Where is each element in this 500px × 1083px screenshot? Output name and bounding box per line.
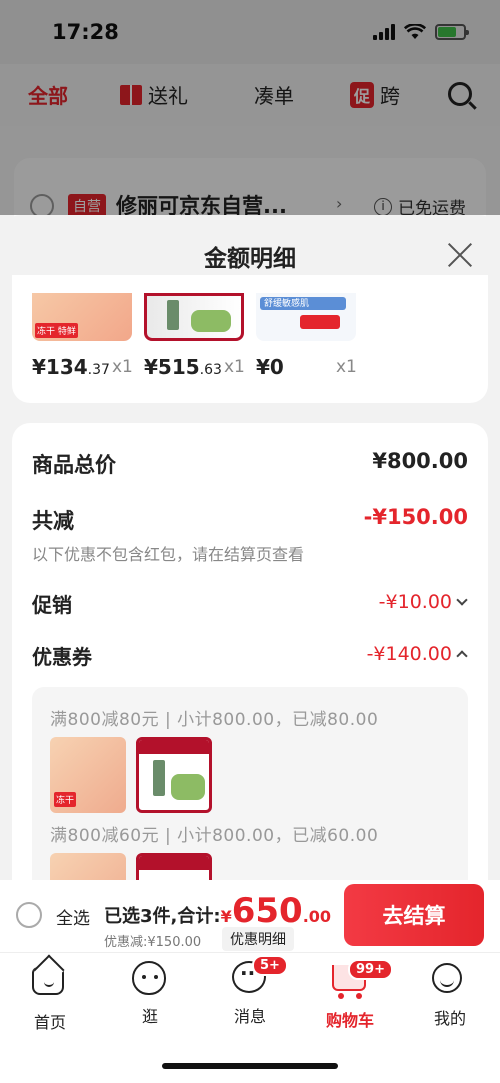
total-dec: .00 [302, 907, 332, 926]
discount-note: 以下优惠不包含红包，请在结算页查看 [32, 545, 305, 564]
price-int: ¥515 [144, 355, 200, 379]
product-qty: x1 [336, 357, 357, 377]
discount-text: 优惠减:¥150.00 [104, 935, 202, 950]
reduce-label: 共减 [32, 509, 74, 533]
coupon-rule: 满800减80元 | 小计800.00，已减80.00 [50, 710, 379, 730]
selected-text: 已选3件,合计: [104, 906, 221, 927]
coupon-product-image: 冻干 [50, 737, 126, 813]
tab-browse-label: 逛 [141, 1007, 158, 1026]
tab-cart-label: 购物车 [325, 1011, 374, 1030]
product-qty: x1 [112, 357, 133, 377]
coupon-product-image [136, 737, 212, 813]
tab-cart[interactable]: 99+ 购物车 [315, 959, 393, 1031]
total-value: ¥800.00 [372, 449, 468, 473]
tab-home-label: 首页 [33, 1013, 66, 1032]
message-badge: 5+ [252, 955, 288, 976]
price-int: ¥134 [32, 355, 88, 379]
tab-browse[interactable]: 逛 [115, 961, 185, 1027]
promo-label: 促销 [32, 593, 72, 617]
coupon-product-image [136, 853, 212, 880]
total-label: 商品总价 [32, 453, 116, 477]
total-currency: ¥ [220, 907, 232, 926]
price-int: ¥0 [256, 355, 284, 379]
select-all-label[interactable]: 全选 [56, 904, 90, 929]
product-qty: x1 [224, 357, 245, 377]
profile-icon [432, 963, 462, 993]
product-label: 舒缓敏感肌 [264, 299, 310, 309]
coupon-rule: 满800减60元 | 小计800.00，已减60.00 [50, 826, 379, 846]
tab-me[interactable]: 我的 [415, 961, 485, 1029]
close-icon[interactable] [446, 241, 474, 269]
coupon-detail-box: 满800减80元 | 小计800.00，已减80.00 冻干 满800减60元 … [32, 687, 468, 880]
promo-toggle[interactable]: -¥10.00 [378, 591, 468, 613]
tab-me-label: 我的 [433, 1009, 466, 1028]
coupon-toggle[interactable]: -¥140.00 [366, 643, 468, 665]
modal-overlay[interactable] [0, 0, 500, 215]
bottom-tab-bar: 首页 逛 5+ 消息 99+ 购物车 我的 [0, 952, 500, 1083]
sheet-title: 金额明细 [204, 246, 296, 272]
product-image[interactable]: 舒缓敏感肌 [256, 293, 356, 341]
selection-total: 已选3件,合计: ¥ 650 .00 [104, 894, 331, 928]
amount-detail-sheet: 金额明细 冻干 特鲜 舒缓敏感肌 ¥134.37 x1 ¥515.63 x1 ¥… [0, 215, 500, 880]
product-list: 冻干 特鲜 舒缓敏感肌 ¥134.37 x1 ¥515.63 x1 ¥0 x1 [12, 275, 488, 403]
coupon-value: -¥140.00 [366, 643, 452, 665]
select-all-radio[interactable] [16, 902, 42, 928]
promo-value: -¥10.00 [378, 591, 452, 613]
chevron-down-icon [456, 594, 468, 606]
price-summary: 商品总价 ¥800.00 共减 -¥150.00 以下优惠不包含红包，请在结算页… [12, 423, 488, 880]
product-price: ¥515.63 [144, 355, 222, 379]
reduce-value: -¥150.00 [363, 505, 468, 529]
checkout-bar: 全选 已选3件,合计: ¥ 650 .00 优惠减:¥150.00 优惠明细 去… [0, 880, 500, 952]
home-icon [32, 967, 64, 995]
tab-messages-label: 消息 [233, 1007, 266, 1026]
checkout-button[interactable]: 去结算 [344, 884, 484, 946]
product-tag: 冻干 特鲜 [35, 323, 78, 338]
cart-badge: 99+ [348, 959, 393, 980]
home-indicator [162, 1063, 338, 1069]
product-price: ¥134.37 [32, 355, 110, 379]
discount-detail-link[interactable]: 优惠明细 [222, 927, 294, 951]
tab-home[interactable]: 首页 [15, 961, 85, 1033]
coupon-product-image [50, 853, 126, 880]
chevron-up-icon [456, 650, 468, 662]
coupon-label: 优惠券 [32, 645, 92, 669]
price-dec: .63 [199, 362, 222, 378]
tab-messages[interactable]: 5+ 消息 [215, 955, 288, 1027]
total-int: 650 [231, 891, 303, 931]
product-image[interactable] [144, 293, 244, 341]
browse-icon [132, 961, 166, 995]
product-image[interactable]: 冻干 特鲜 [32, 293, 132, 341]
price-dec: .37 [87, 362, 110, 378]
product-price: ¥0 [256, 355, 284, 379]
